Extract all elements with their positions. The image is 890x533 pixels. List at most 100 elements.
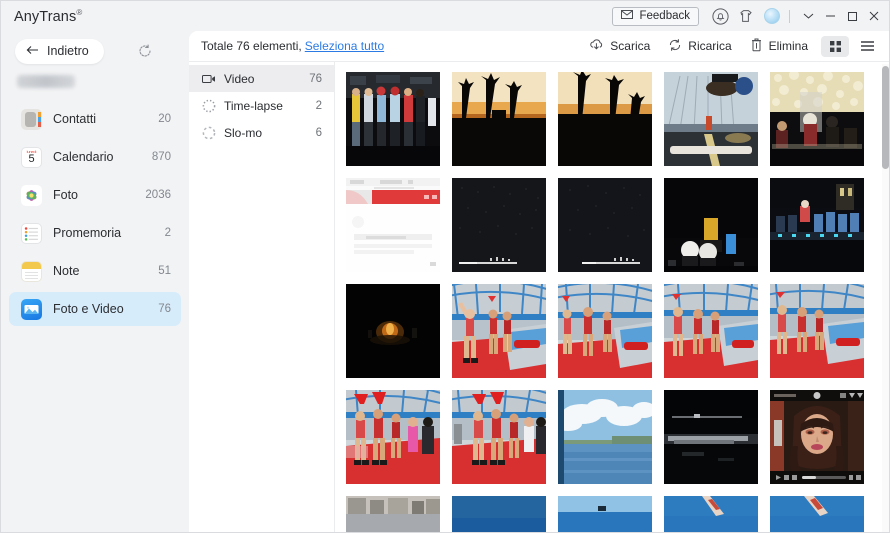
chevron-down-icon[interactable] (797, 1, 819, 31)
category-item-slo-mo[interactable]: Slo-mo 6 (189, 119, 334, 146)
back-label: Indietro (47, 44, 89, 58)
download-button[interactable]: Scarica (580, 35, 659, 57)
total-items-label: Totale 76 elementi, (201, 39, 302, 53)
reload-label: Ricarica (688, 39, 732, 53)
grid-view-icon[interactable] (821, 35, 849, 57)
sidebar-item-label: Calendario (53, 150, 114, 164)
back-row: Indietro (1, 31, 189, 71)
download-cloud-icon (589, 38, 604, 54)
app-title: AnyTrans® (14, 8, 82, 25)
content-panel: Totale 76 elementi, Seleziona tutto Scar… (189, 31, 889, 532)
feedback-button[interactable]: Feedback (612, 6, 699, 26)
list-view-icon[interactable] (853, 36, 881, 57)
category-label: Slo-mo (224, 125, 263, 140)
thumbnail-item[interactable] (346, 390, 440, 484)
trash-icon (750, 38, 763, 55)
slomo-icon (201, 126, 216, 140)
sidebar-item-count: 2036 (145, 189, 171, 201)
thumbnail-grid-wrapper (335, 62, 889, 532)
timelapse-icon (201, 99, 216, 113)
thumbnail-item[interactable] (664, 284, 758, 378)
app-title-text: AnyTrans (14, 8, 77, 25)
arrow-left-icon (26, 44, 39, 58)
anytrans-window: AnyTrans® Feedback Indietro Contatti 20 … (0, 0, 890, 533)
sidebar-item-label: Foto e Video (53, 302, 124, 316)
photos-videos-app-icon (21, 298, 42, 320)
envelope-icon (621, 10, 634, 22)
refresh-icon[interactable] (134, 40, 156, 62)
titlebar-controls: Feedback (612, 1, 889, 31)
back-button[interactable]: Indietro (15, 38, 104, 64)
thumbnail-grid (335, 62, 864, 532)
thumbnail-item[interactable] (664, 390, 758, 484)
thumbnail-item[interactable] (558, 496, 652, 532)
sidebar-item-foto-e-video[interactable]: Foto e Video 76 (9, 292, 181, 326)
sidebar-item-count: 76 (158, 303, 171, 315)
shirt-gift-icon[interactable] (733, 1, 759, 31)
thumbnail-item[interactable] (770, 178, 864, 272)
bell-icon[interactable] (707, 1, 733, 31)
thumbnail-item[interactable] (558, 284, 652, 378)
thumbnail-item[interactable] (770, 284, 864, 378)
maximize-button[interactable] (841, 1, 863, 31)
minimize-button[interactable] (819, 1, 841, 31)
video-camera-icon (201, 74, 216, 84)
registered-mark: ® (76, 7, 83, 17)
thumbnail-item[interactable] (346, 178, 440, 272)
close-button[interactable] (863, 1, 885, 31)
delete-button[interactable]: Elimina (741, 35, 817, 57)
sidebar-item-note[interactable]: Note 51 (9, 254, 181, 288)
thumbnail-item[interactable] (770, 72, 864, 166)
thumbnail-item[interactable] (770, 496, 864, 532)
content-toolbar: Scarica Ricarica Elimina (580, 35, 881, 57)
refresh-icon (668, 38, 682, 55)
sidebar-item-label: Promemoria (53, 226, 122, 240)
sidebar-item-label: Contatti (53, 112, 97, 126)
sidebar-item-label: Foto (53, 188, 79, 202)
category-item-video[interactable]: Video 76 (189, 65, 334, 92)
avatar[interactable] (759, 1, 785, 31)
thumbnail-item[interactable] (770, 390, 864, 484)
contacts-app-icon (21, 108, 42, 130)
feedback-label: Feedback (639, 10, 690, 22)
calendar-app-icon: lunedì 5 (21, 146, 42, 168)
thumbnail-item[interactable] (664, 496, 758, 532)
thumbnail-item[interactable] (346, 496, 440, 532)
thumbnail-item[interactable] (558, 178, 652, 272)
sidebar-item-count: 20 (158, 113, 171, 125)
title-bar: AnyTrans® Feedback (1, 1, 889, 31)
thumbnail-item[interactable] (452, 496, 546, 532)
left-sidebar: Indietro Contatti 20 lunedì 5 Calendario… (1, 31, 189, 532)
content-header: Totale 76 elementi, Seleziona tutto Scar… (189, 31, 889, 61)
category-label: Time-lapse (224, 98, 283, 113)
sidebar-item-calendario[interactable]: lunedì 5 Calendario 870 (9, 140, 181, 174)
category-item-time-lapse[interactable]: Time-lapse 2 (189, 92, 334, 119)
thumbnail-item[interactable] (452, 178, 546, 272)
thumbnail-item[interactable] (558, 390, 652, 484)
thumbnail-item[interactable] (346, 284, 440, 378)
titlebar-divider (789, 9, 790, 23)
category-panel: Video 76 Time-lapse 2 Slo-mo 6 (189, 62, 335, 532)
thumbnail-item[interactable] (664, 72, 758, 166)
sidebar-item-count: 2 (164, 227, 171, 239)
thumbnail-item[interactable] (452, 390, 546, 484)
category-label: Video (224, 71, 255, 86)
category-count: 2 (315, 99, 322, 112)
sidebar-item-contatti[interactable]: Contatti 20 (9, 102, 181, 136)
thumbnail-item[interactable] (452, 284, 546, 378)
calendar-icon-day: 5 (28, 153, 35, 165)
thumbnail-item[interactable] (452, 72, 546, 166)
thumbnail-item[interactable] (664, 178, 758, 272)
content-body: Video 76 Time-lapse 2 Slo-mo 6 (189, 61, 889, 532)
sidebar-item-foto[interactable]: Foto 2036 (9, 178, 181, 212)
sidebar-item-promemoria[interactable]: Promemoria 2 (9, 216, 181, 250)
download-label: Scarica (610, 39, 651, 53)
thumbnail-item[interactable] (346, 72, 440, 166)
select-all-link[interactable]: Seleziona tutto (305, 39, 384, 53)
reload-button[interactable]: Ricarica (659, 35, 740, 57)
category-count: 76 (309, 72, 322, 85)
category-count: 6 (315, 126, 322, 139)
reminders-app-icon (21, 222, 42, 244)
vertical-scrollbar[interactable] (882, 66, 889, 169)
thumbnail-item[interactable] (558, 72, 652, 166)
